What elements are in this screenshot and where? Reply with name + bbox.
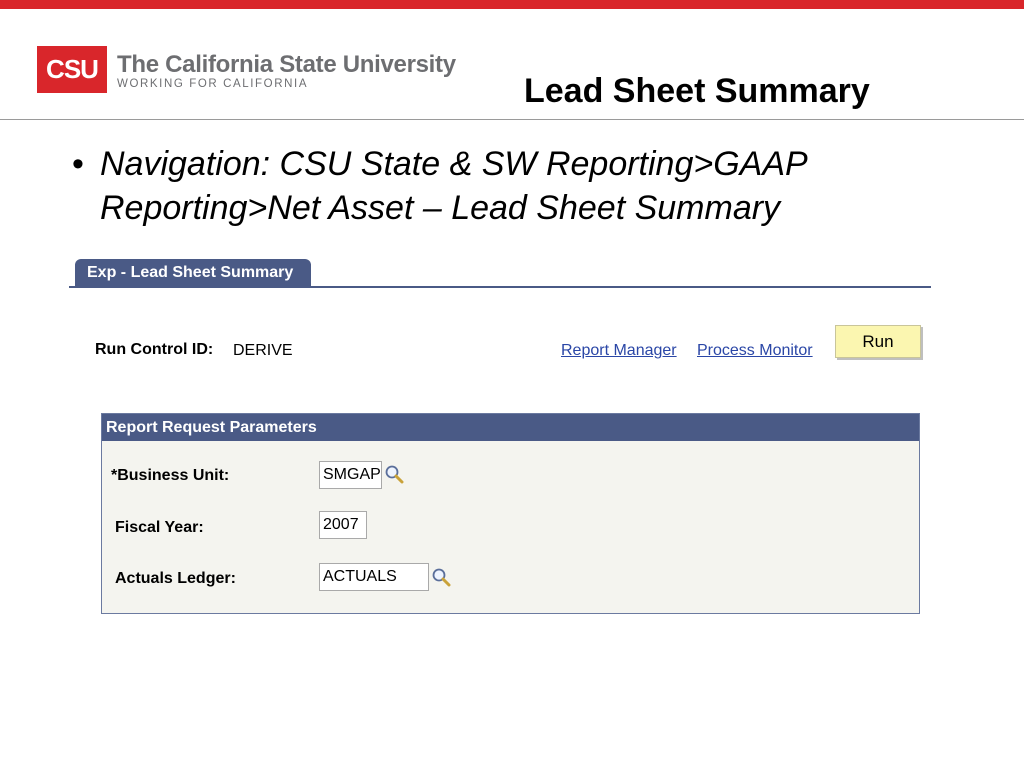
report-request-parameters-group: Report Request Parameters *Business Unit…: [101, 413, 920, 614]
csu-logo-mark: CSU: [37, 46, 107, 93]
lookup-icon[interactable]: [384, 464, 404, 484]
logo-tagline: WORKING FOR CALIFORNIA: [117, 78, 309, 90]
run-control-label: Run Control ID:: [95, 341, 214, 358]
slide-title: Lead Sheet Summary: [524, 72, 870, 110]
title-divider: [0, 119, 1024, 120]
top-accent-bar: [0, 0, 1024, 9]
group-header: Report Request Parameters: [102, 414, 919, 441]
run-button[interactable]: Run: [835, 325, 921, 358]
fiscal-year-label: Fiscal Year:: [115, 519, 204, 536]
csu-logo-text: The California State University WORKING …: [117, 46, 456, 91]
actuals-ledger-label: Actuals Ledger:: [115, 570, 236, 587]
fiscal-year-input[interactable]: 2007: [319, 511, 367, 539]
logo-name: The California State University: [117, 51, 456, 78]
report-manager-link[interactable]: Report Manager: [561, 342, 677, 360]
business-unit-label: *Business Unit:: [111, 467, 230, 484]
actuals-ledger-input[interactable]: ACTUALS: [319, 563, 429, 591]
business-unit-input[interactable]: SMGAP: [319, 461, 382, 489]
tab-exp-lead-sheet-summary[interactable]: Exp - Lead Sheet Summary: [75, 259, 311, 286]
tab-underline: [69, 286, 931, 288]
csu-logo: CSU The California State University WORK…: [37, 46, 456, 93]
run-control-value: DERIVE: [233, 342, 293, 359]
lookup-icon[interactable]: [431, 567, 451, 587]
navigation-text: Navigation: CSU State & SW Reporting>GAA…: [100, 145, 807, 227]
bullet-dot: •: [72, 145, 84, 183]
process-monitor-link[interactable]: Process Monitor: [697, 342, 813, 360]
